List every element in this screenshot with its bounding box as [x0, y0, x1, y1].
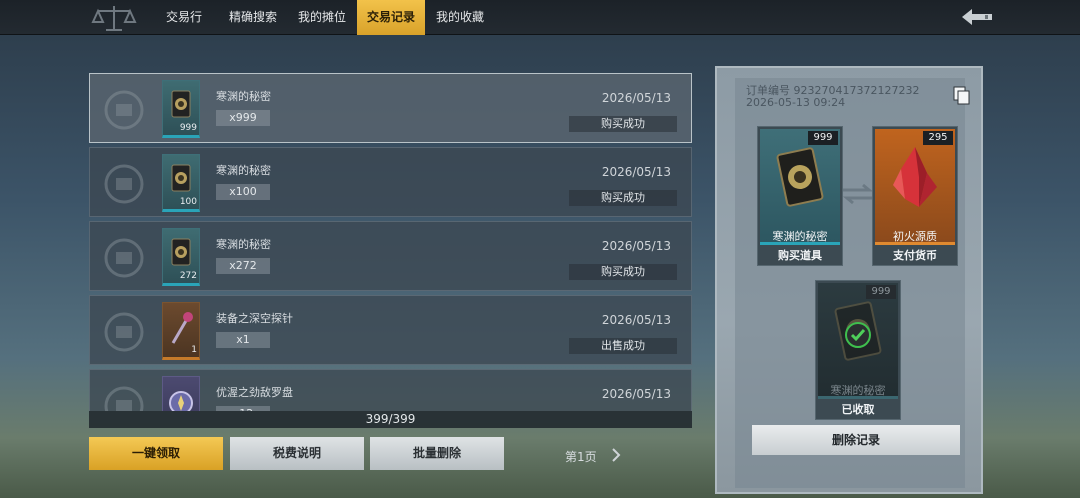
page-label: 第1页	[565, 450, 597, 464]
item-thumbnail: 100	[162, 154, 200, 212]
item-thumbnail: 272	[162, 228, 200, 286]
item-count-badge: 100	[179, 197, 197, 207]
item-name: 装备之深空探针	[216, 312, 293, 325]
exchange-arrows-icon	[842, 183, 874, 205]
item-art	[760, 129, 840, 245]
card-role-label: 购买道具	[778, 249, 822, 262]
claim-all-button[interactable]: 一键领取	[89, 437, 223, 470]
item-amount: x1	[216, 332, 270, 348]
item-count-badge: 272	[179, 271, 197, 281]
item-count: 999	[866, 285, 896, 299]
tab-auction-house[interactable]: 交易行	[152, 0, 216, 35]
chevron-right-icon[interactable]	[610, 447, 622, 463]
item-art	[875, 129, 955, 245]
bought-item-card[interactable]: 999 寒渊的秘密 购买道具	[757, 126, 843, 266]
list-item[interactable]: 999 寒渊的秘密 x999 2026/05/13 购买成功	[89, 73, 692, 143]
item-amount: x100	[216, 184, 270, 200]
compass-icon	[169, 391, 193, 411]
trade-date: 2026/05/13	[601, 91, 671, 105]
item-name: 寒渊的秘密	[216, 164, 271, 177]
top-nav-bar: 交易行 精确搜索 我的摊位 交易记录 我的收藏	[0, 0, 1080, 35]
item-count: 999	[808, 131, 838, 145]
item-name: 寒渊的秘密	[830, 384, 886, 397]
scales-icon	[91, 6, 137, 31]
trade-status: 购买成功	[569, 264, 677, 280]
checkmark-icon	[845, 322, 871, 348]
item-count-badge: 1	[191, 345, 197, 355]
tab-my-stall[interactable]: 我的摊位	[290, 0, 354, 35]
record-counter: 399/399	[89, 411, 692, 428]
item-count: 295	[923, 131, 953, 145]
item-name: 寒渊的秘密	[216, 90, 271, 103]
order-info: 订单编号 923270417372127232 2026-05-13 09:24	[746, 85, 919, 109]
copy-icon[interactable]	[953, 86, 971, 106]
faded-emblem-icon	[104, 312, 144, 352]
page-indicator[interactable]: 第1页	[540, 446, 630, 466]
tab-trade-records[interactable]: 交易记录	[357, 0, 425, 35]
currency-card[interactable]: 295 初火源质 支付货币	[872, 126, 958, 266]
card-role-label: 已收取	[841, 403, 875, 416]
order-time: 2026-05-13 09:24	[746, 96, 846, 109]
trade-date: 2026/05/13	[601, 165, 671, 179]
item-name: 寒渊的秘密	[772, 230, 828, 243]
tab-precise-search[interactable]: 精确搜索	[220, 0, 286, 35]
received-item-card[interactable]: 999 寒渊的秘密 已收取	[815, 280, 901, 420]
item-art	[818, 283, 898, 399]
item-amount: x999	[216, 110, 270, 126]
item-count-badge: 999	[179, 123, 197, 133]
list-item[interactable]: 100 寒渊的秘密 x100 2026/05/13 购买成功	[89, 147, 692, 217]
tax-info-button[interactable]: 税费说明	[230, 437, 364, 470]
trade-status: 购买成功	[569, 116, 677, 132]
faded-emblem-icon	[104, 238, 144, 278]
card-role-label: 支付货币	[893, 249, 937, 262]
tab-my-favorites[interactable]: 我的收藏	[428, 0, 492, 35]
trade-date: 2026/05/13	[601, 239, 671, 253]
item-name: 初火源质	[893, 230, 937, 243]
item-name: 优渥之劲敌罗盘	[216, 386, 293, 399]
trade-status: 购买成功	[569, 190, 677, 206]
item-name: 寒渊的秘密	[216, 238, 271, 251]
trade-status: 出售成功	[569, 338, 677, 354]
list-item[interactable]: 1 装备之深空探针 x1 2026/05/13 出售成功	[89, 295, 692, 365]
delete-record-button[interactable]: 删除记录	[752, 425, 960, 455]
trade-date: 2026/05/13	[601, 387, 671, 401]
faded-emblem-icon	[104, 386, 144, 411]
trade-date: 2026/05/13	[601, 313, 671, 327]
item-thumbnail	[162, 376, 200, 411]
faded-emblem-icon	[104, 90, 144, 130]
faded-emblem-icon	[104, 164, 144, 204]
list-item[interactable]: 272 寒渊的秘密 x272 2026/05/13 购买成功	[89, 221, 692, 291]
item-thumbnail: 1	[162, 302, 200, 360]
item-amount: x272	[216, 258, 270, 274]
batch-delete-button[interactable]: 批量删除	[370, 437, 504, 470]
item-thumbnail: 999	[162, 80, 200, 138]
back-arrow-icon[interactable]	[958, 6, 998, 28]
list-item[interactable]: 优渥之劲敌罗盘 x12 2026/05/13	[89, 369, 692, 411]
trade-record-list[interactable]: 999 寒渊的秘密 x999 2026/05/13 购买成功 100 寒渊的秘密…	[89, 73, 692, 411]
